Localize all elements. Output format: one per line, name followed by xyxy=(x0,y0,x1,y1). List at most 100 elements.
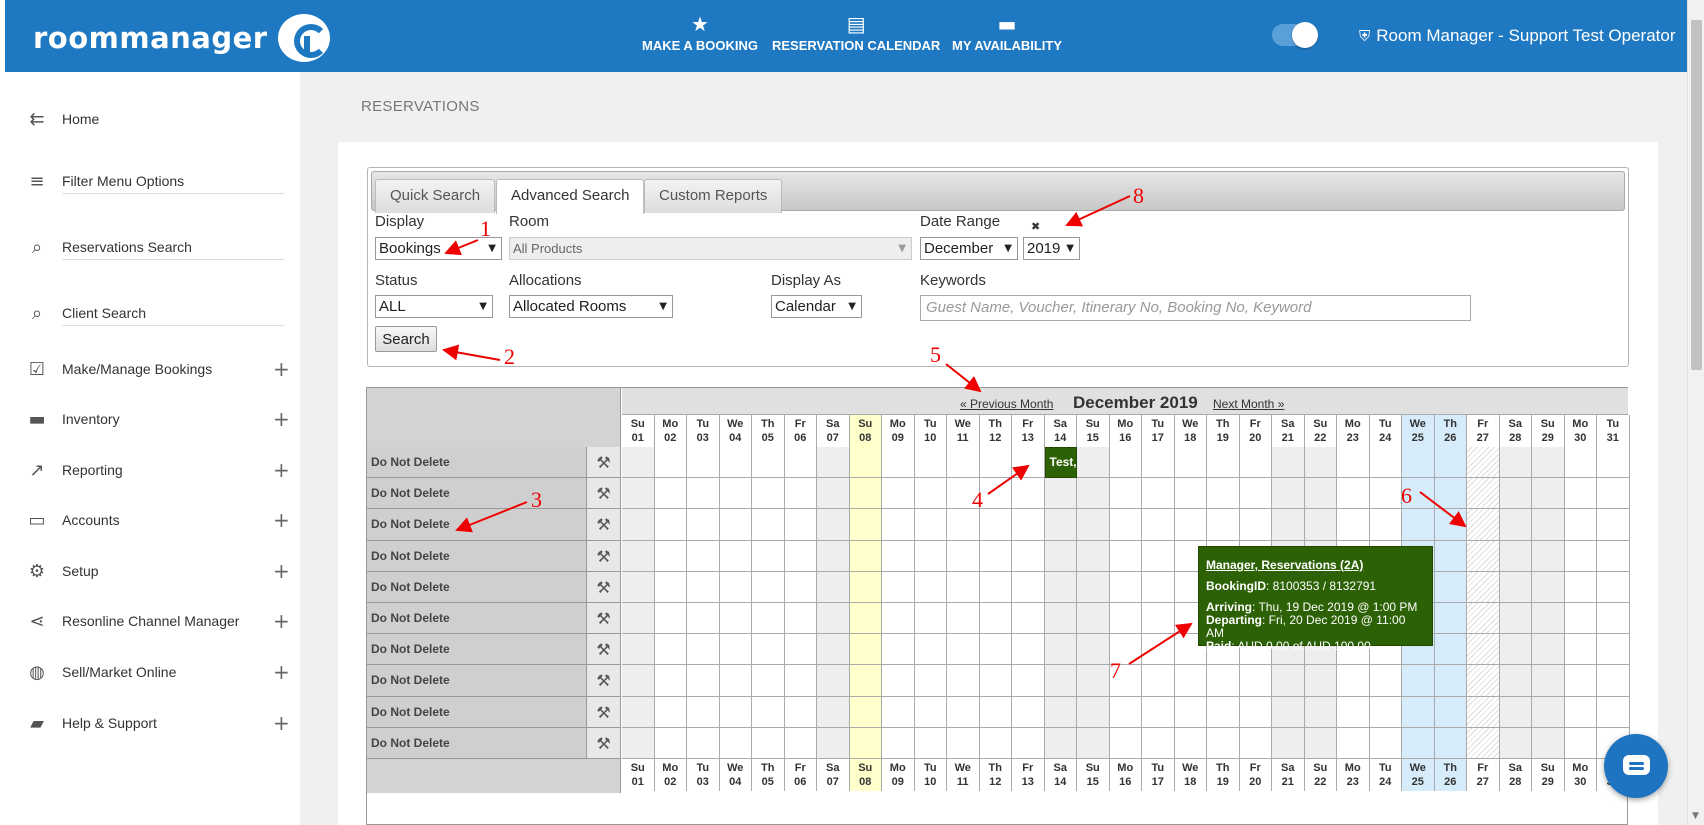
calendar-cell[interactable] xyxy=(1044,634,1077,666)
calendar-cell[interactable] xyxy=(719,509,752,541)
calendar-cell[interactable] xyxy=(622,634,655,666)
calendar-cell[interactable] xyxy=(1109,603,1142,635)
calendar-cell[interactable] xyxy=(1434,727,1467,759)
calendar-cell[interactable] xyxy=(1467,634,1500,666)
calendar-cell[interactable] xyxy=(1142,727,1175,759)
calendar-cell[interactable] xyxy=(1044,665,1077,697)
calendar-cell[interactable] xyxy=(1499,571,1532,603)
calendar-cell[interactable] xyxy=(1239,478,1272,510)
chat-launcher-button[interactable] xyxy=(1604,734,1668,798)
calendar-cell[interactable] xyxy=(1467,727,1500,759)
calendar-cell[interactable] xyxy=(914,696,947,728)
calendar-cell[interactable] xyxy=(947,540,980,572)
calendar-cell[interactable] xyxy=(1012,634,1045,666)
calendar-cell[interactable] xyxy=(914,603,947,635)
calendar-cell[interactable] xyxy=(1369,696,1402,728)
calendar-cell[interactable] xyxy=(622,509,655,541)
sidebar-item-reservations-search[interactable]: ⌕ Reservations Search xyxy=(5,222,300,272)
calendar-cell[interactable] xyxy=(1532,727,1565,759)
calendar-cell[interactable] xyxy=(654,478,687,510)
calendar-cell[interactable] xyxy=(1077,509,1110,541)
calendar-cell[interactable] xyxy=(849,634,882,666)
calendar-cell[interactable] xyxy=(849,540,882,572)
calendar-cell[interactable] xyxy=(1304,696,1337,728)
sidebar-item-setup[interactable]: ⚙ Setup + xyxy=(5,546,300,596)
calendar-cell[interactable] xyxy=(817,447,850,479)
calendar-cell[interactable] xyxy=(1532,540,1565,572)
calendar-cell[interactable] xyxy=(947,603,980,635)
calendar-cell[interactable] xyxy=(1499,603,1532,635)
sidebar-item-home[interactable]: ⇇ Home xyxy=(5,94,300,144)
calendar-cell[interactable] xyxy=(622,447,655,479)
calendar-cell[interactable] xyxy=(719,478,752,510)
calendar-cell[interactable] xyxy=(1499,727,1532,759)
calendar-cell[interactable] xyxy=(719,447,752,479)
calendar-cell[interactable] xyxy=(784,540,817,572)
calendar-cell[interactable] xyxy=(1499,447,1532,479)
calendar-cell[interactable] xyxy=(1077,696,1110,728)
next-month-link[interactable]: Next Month » xyxy=(1213,397,1284,411)
calendar-cell[interactable] xyxy=(882,478,915,510)
calendar-cell[interactable] xyxy=(1077,603,1110,635)
calendar-cell[interactable] xyxy=(849,727,882,759)
calendar-cell[interactable] xyxy=(1239,727,1272,759)
expand-plus-icon[interactable]: + xyxy=(273,609,290,633)
calendar-cell[interactable] xyxy=(849,447,882,479)
calendar-cell[interactable] xyxy=(1109,696,1142,728)
calendar-cell[interactable] xyxy=(1532,509,1565,541)
expand-plus-icon[interactable]: + xyxy=(273,660,290,684)
calendar-cell[interactable] xyxy=(719,634,752,666)
calendar-cell[interactable] xyxy=(1077,447,1110,479)
calendar-cell[interactable] xyxy=(1564,696,1597,728)
calendar-cell[interactable] xyxy=(817,478,850,510)
calendar-cell[interactable] xyxy=(882,696,915,728)
calendar-cell[interactable] xyxy=(914,571,947,603)
sidebar-item-reporting[interactable]: ↗ Reporting + xyxy=(5,445,300,495)
display-as-select[interactable]: Calendar ▼ xyxy=(771,295,862,318)
calendar-cell[interactable] xyxy=(914,665,947,697)
allocations-select[interactable]: Allocated Rooms ▼ xyxy=(509,295,673,318)
calendar-cell[interactable] xyxy=(1597,540,1630,572)
calendar-cell[interactable] xyxy=(1272,447,1305,479)
calendar-cell[interactable] xyxy=(1142,665,1175,697)
calendar-cell[interactable] xyxy=(1174,509,1207,541)
calendar-cell[interactable] xyxy=(1272,509,1305,541)
year-select[interactable]: 2019 ▼ xyxy=(1023,237,1080,260)
tab-advanced-search[interactable]: Advanced Search xyxy=(496,179,645,214)
calendar-cell[interactable] xyxy=(622,540,655,572)
calendar-cell[interactable] xyxy=(687,727,720,759)
calendar-cell[interactable] xyxy=(1239,665,1272,697)
calendar-cell[interactable] xyxy=(784,727,817,759)
nav-make-a-booking[interactable]: ★ MAKE A BOOKING xyxy=(642,12,758,53)
calendar-cell[interactable] xyxy=(1142,571,1175,603)
calendar-cell[interactable] xyxy=(817,509,850,541)
calendar-cell[interactable] xyxy=(1077,540,1110,572)
calendar-cell[interactable] xyxy=(1369,447,1402,479)
calendar-cell[interactable] xyxy=(784,634,817,666)
wrench-icon[interactable]: ⚒ xyxy=(586,634,621,666)
calendar-cell[interactable] xyxy=(979,727,1012,759)
calendar-cell[interactable] xyxy=(1402,727,1435,759)
calendar-cell[interactable] xyxy=(1304,509,1337,541)
calendar-cell[interactable] xyxy=(784,696,817,728)
calendar-cell[interactable] xyxy=(1402,665,1435,697)
user-menu[interactable]: ⛨ Room Manager - Support Test Operator xyxy=(1359,26,1675,46)
calendar-cell[interactable] xyxy=(817,540,850,572)
calendar-cell[interactable] xyxy=(1597,478,1630,510)
calendar-cell[interactable] xyxy=(1564,727,1597,759)
calendar-cell[interactable] xyxy=(1174,447,1207,479)
calendar-cell[interactable] xyxy=(1467,603,1500,635)
calendar-cell[interactable] xyxy=(1369,727,1402,759)
expand-plus-icon[interactable]: + xyxy=(273,458,290,482)
calendar-cell[interactable] xyxy=(1499,696,1532,728)
calendar-cell[interactable] xyxy=(1597,634,1630,666)
calendar-cell[interactable] xyxy=(1499,634,1532,666)
calendar-cell[interactable] xyxy=(979,696,1012,728)
calendar-cell[interactable] xyxy=(947,665,980,697)
calendar-cell[interactable] xyxy=(1499,540,1532,572)
calendar-cell[interactable] xyxy=(784,571,817,603)
wrench-icon[interactable]: ⚒ xyxy=(586,696,621,728)
calendar-cell[interactable] xyxy=(784,447,817,479)
calendar-cell[interactable] xyxy=(1304,727,1337,759)
calendar-cell[interactable] xyxy=(1564,603,1597,635)
